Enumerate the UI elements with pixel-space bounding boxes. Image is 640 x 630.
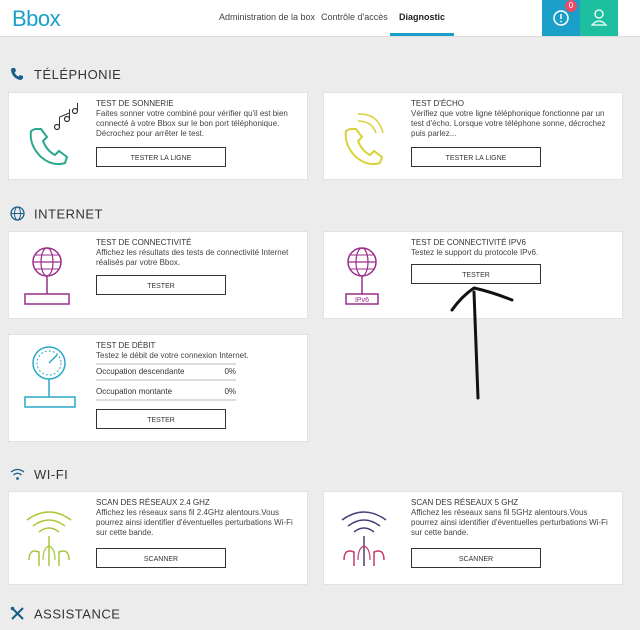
nav-controle-acces[interactable]: Contrôle d'accès	[321, 0, 388, 36]
phone-echo-icon	[344, 113, 384, 166]
section-wifi-heading: WI-FI	[10, 467, 68, 484]
globe-ipv6-icon: IPv6	[345, 247, 379, 305]
globe-box-icon	[24, 247, 70, 305]
tester-debit-button[interactable]: TESTER	[96, 409, 226, 429]
card-test-connectivite-ipv6: IPv6 TEST DE CONNECTIVITÉ IPV6 Testez le…	[324, 232, 622, 318]
card-title: TEST DE SONNERIE	[96, 99, 174, 108]
card-description: Affichez les réseaux sans fil 5GHz alent…	[411, 508, 608, 537]
section-internet-heading: INTERNET	[10, 206, 103, 224]
card-title: TEST DE DÉBIT	[96, 341, 156, 350]
card-description: Affichez les réseaux sans fil 2.4GHz ale…	[96, 508, 293, 537]
scanner-24ghz-button[interactable]: SCANNER	[96, 548, 226, 568]
section-assistance-label: ASSISTANCE	[34, 606, 121, 622]
card-description: Affichez les résultats des tests de conn…	[96, 248, 289, 267]
section-internet-label: INTERNET	[34, 206, 103, 222]
card-description: Testez le support du protocole IPv6.	[411, 248, 539, 257]
card-scan-5ghz: SCAN DES RÉSEAUX 5 GHZ Affichez les rése…	[324, 492, 622, 584]
speedometer-icon	[24, 346, 76, 408]
tester-connectivite-button[interactable]: TESTER	[96, 275, 226, 295]
bbox-logo[interactable]: Bbox	[12, 6, 61, 32]
top-bar: Bbox Administration de la box Contrôle d…	[0, 0, 640, 37]
card-title: TEST DE CONNECTIVITÉ	[96, 238, 192, 247]
card-description: Testez le débit de votre connexion Inter…	[96, 351, 249, 360]
wifi-antenna-icon	[341, 511, 387, 566]
occupation-descendante-bar	[96, 379, 236, 381]
tester-la-ligne-sonnerie-button[interactable]: TESTER LA LIGNE	[96, 147, 226, 167]
card-description: Vérifiez que votre ligne téléphonique fo…	[411, 109, 606, 138]
occupation-descendante-row: Occupation descendante 0%	[96, 367, 236, 376]
card-test-connectivite: TEST DE CONNECTIVITÉ Affichez les résult…	[9, 232, 307, 318]
nav-administration[interactable]: Administration de la box	[219, 0, 315, 36]
occupation-montante-value: 0%	[224, 387, 236, 396]
scanner-5ghz-button[interactable]: SCANNER	[411, 548, 541, 568]
card-title: SCAN DES RÉSEAUX 2.4 GHZ	[96, 498, 210, 507]
ipv6-icon-label: IPv6	[355, 297, 369, 304]
card-test-debit: TEST DE DÉBIT Testez le débit de votre c…	[9, 335, 307, 441]
card-description: Faites sonner votre combiné pour vérifie…	[96, 109, 288, 138]
occupation-descendante-value: 0%	[224, 367, 236, 376]
occupation-montante-bar	[96, 399, 236, 401]
card-title: TEST DE CONNECTIVITÉ IPV6	[411, 238, 526, 247]
phone-icon	[10, 67, 26, 84]
section-assistance-heading: ASSISTANCE	[10, 606, 120, 624]
card-title: SCAN DES RÉSEAUX 5 GHZ	[411, 498, 519, 507]
card-test-echo: TEST D'ÉCHO Vérifiez que votre ligne tél…	[324, 93, 622, 179]
user-icon	[590, 9, 608, 26]
section-wifi-label: WI-FI	[34, 467, 69, 482]
occupation-montante-row: Occupation montante 0%	[96, 387, 236, 396]
globe-icon	[10, 206, 26, 224]
user-account-button[interactable]	[580, 0, 618, 36]
tester-la-ligne-echo-button[interactable]: TESTER LA LIGNE	[411, 147, 541, 167]
card-test-sonnerie: TEST DE SONNERIE Faites sonner votre com…	[9, 93, 307, 179]
occupation-descendante-label: Occupation descendante	[96, 367, 185, 376]
nav-diagnostic[interactable]: Diagnostic	[390, 0, 455, 36]
wifi-antenna-icon	[26, 511, 72, 566]
card-title: TEST D'ÉCHO	[411, 99, 464, 108]
alert-count-badge: 0	[565, 0, 577, 12]
card-scan-24ghz: SCAN DES RÉSEAUX 2.4 GHZ Affichez les ré…	[9, 492, 307, 584]
section-telephonie-heading: TÉLÉPHONIE	[10, 67, 121, 84]
wifi-icon	[10, 468, 26, 484]
phone-ringing-icon	[29, 103, 79, 166]
tester-ipv6-button[interactable]: TESTER	[411, 264, 541, 284]
occupation-montante-label: Occupation montante	[96, 387, 173, 396]
section-telephonie-label: TÉLÉPHONIE	[34, 67, 122, 82]
debit-separator	[96, 363, 236, 365]
tools-icon	[10, 606, 26, 624]
